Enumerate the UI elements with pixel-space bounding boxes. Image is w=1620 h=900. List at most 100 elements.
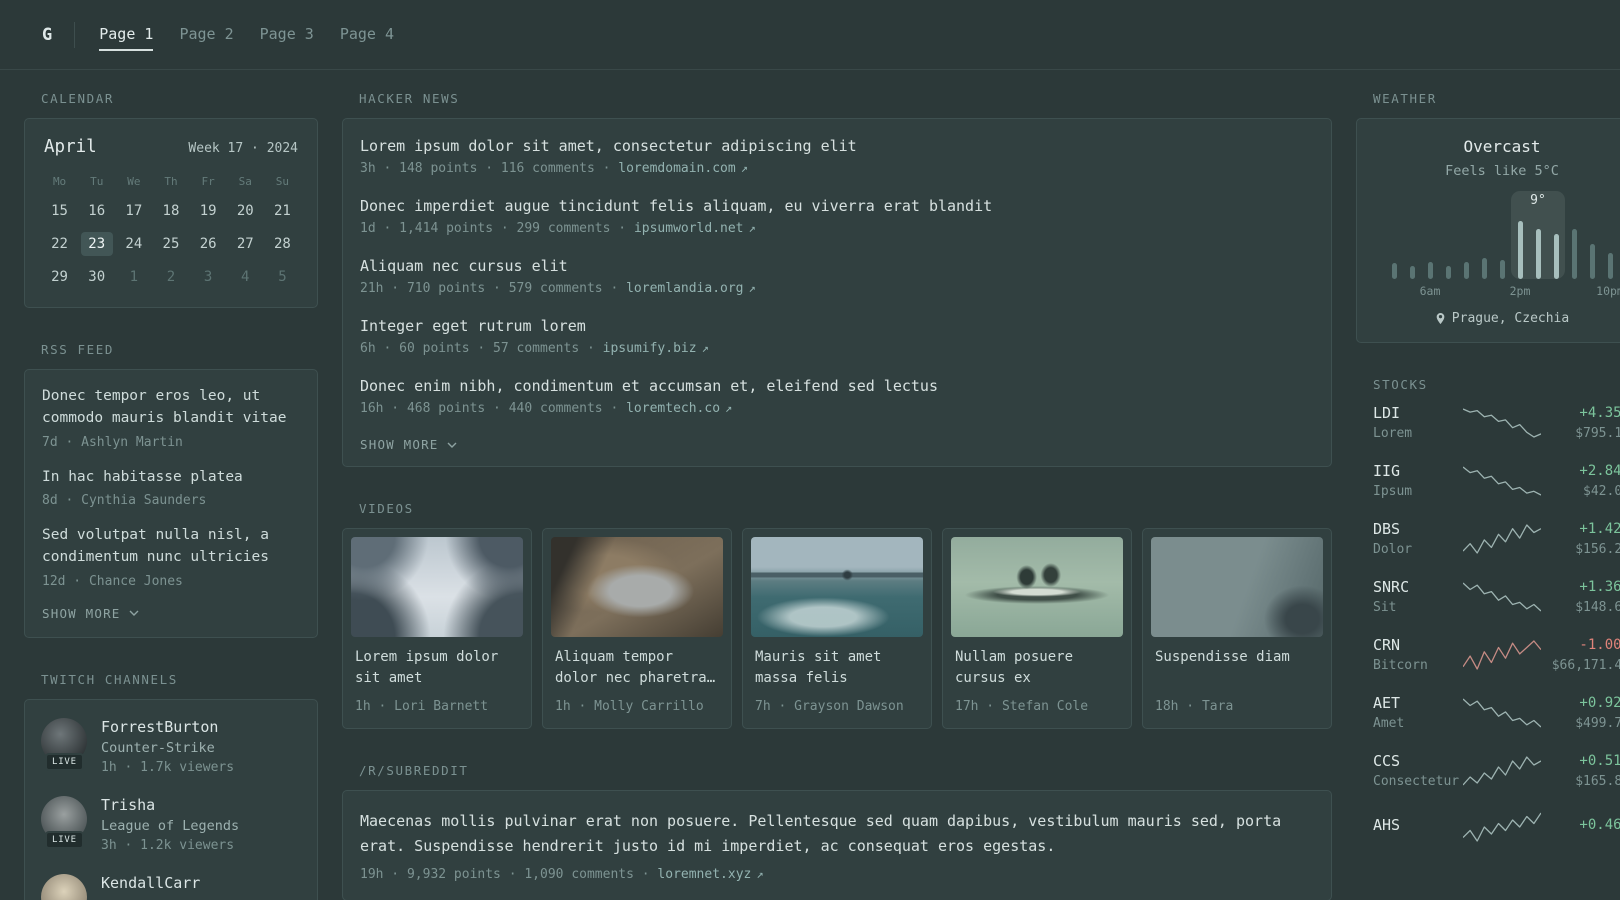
- rss-item-title[interactable]: Donec tempor eros leo, ut commodo mauris…: [42, 386, 300, 430]
- stock-numbers: -1.00% $66,171.48: [1541, 637, 1620, 673]
- hackernews-item-meta: 3h · 148 points · 116 comments · loremdo…: [360, 161, 1314, 176]
- avatar: LIVE: [41, 873, 87, 900]
- calendar-header: April Week 17 · 2024: [41, 137, 301, 157]
- subreddit-post-domain[interactable]: loremnet.xyz ↗: [657, 867, 763, 882]
- stock-price: $42.04: [1583, 483, 1620, 499]
- channel-name[interactable]: KendallCarr: [101, 874, 200, 892]
- hackernews-item-title[interactable]: Donec enim nibh, condimentum et accumsan…: [360, 377, 1314, 395]
- stock-ticker: AET: [1373, 694, 1401, 712]
- stock-price: $795.18: [1575, 425, 1620, 441]
- hackernews-show-more-button[interactable]: SHOW MORE: [360, 437, 457, 452]
- subreddit-post-title[interactable]: Maecenas mollis pulvinar erat non posuer…: [360, 809, 1314, 859]
- hackernews-item-title[interactable]: Integer eget rutrum lorem: [360, 317, 1314, 335]
- stock-row[interactable]: DBS Dolor +1.42% $156.28: [1373, 520, 1620, 557]
- hackernews-item-domain[interactable]: ipsumify.biz ↗: [603, 341, 709, 356]
- calendar-day-header: Su: [275, 175, 290, 188]
- video-meta: 1h · Lori Barnett: [355, 699, 489, 714]
- stock-row[interactable]: AET Amet +0.92% $499.72: [1373, 694, 1620, 731]
- rss-item-title[interactable]: In hac habitasse platea: [42, 467, 300, 489]
- video-thumbnail[interactable]: [951, 537, 1123, 637]
- channel-category[interactable]: Counter-Strike: [101, 740, 234, 756]
- video-title[interactable]: Mauris sit amet massa felis: [755, 647, 919, 689]
- stock-row[interactable]: IIG Ipsum +2.84% $42.04: [1373, 462, 1620, 499]
- video-thumbnail[interactable]: [351, 537, 523, 637]
- calendar-week-year: Week 17 · 2024: [188, 141, 298, 156]
- video-card[interactable]: Mauris sit amet massa felis 7h · Grayson…: [742, 528, 932, 729]
- chevron-down-icon: [447, 442, 457, 448]
- calendar-day: 16: [88, 203, 106, 219]
- stock-id: IIG Ipsum: [1373, 462, 1463, 499]
- stock-sparkline: [1462, 406, 1541, 440]
- calendar-day: 17: [125, 203, 143, 219]
- channel-name[interactable]: Trisha: [101, 796, 239, 814]
- show-more-label: SHOW MORE: [42, 605, 121, 621]
- video-title[interactable]: Suspendisse diam: [1155, 647, 1319, 689]
- tab-page-4[interactable]: Page 4: [340, 25, 394, 51]
- video-title[interactable]: Lorem ipsum dolor sit amet consectetu…: [355, 647, 519, 689]
- video-card[interactable]: Nullam posuere cursus ex 17h · Stefan Co…: [942, 528, 1132, 729]
- video-thumbnail[interactable]: [751, 537, 923, 637]
- stock-numbers: +0.51% $165.84: [1541, 753, 1620, 789]
- rss-item-meta: 12d · Chance Jones: [42, 573, 183, 589]
- video-card[interactable]: Lorem ipsum dolor sit amet consectetu… 1…: [342, 528, 532, 729]
- subreddit-post-meta: 19h · 9,932 points · 1,090 comments · lo…: [360, 867, 1314, 882]
- stock-numbers: +4.35% $795.18: [1541, 405, 1620, 441]
- stock-name: Lorem: [1373, 426, 1413, 441]
- stock-change: +2.84%: [1579, 462, 1620, 479]
- video-thumbnail[interactable]: [551, 537, 723, 637]
- calendar-section-label: CALENDAR: [41, 91, 115, 106]
- video-thumbnail[interactable]: [1151, 537, 1323, 637]
- tab-page-2[interactable]: Page 2: [179, 25, 233, 51]
- weather-ticks: 6am2pm10pm: [1419, 284, 1620, 298]
- rss-item-meta: 8d · Cynthia Saunders: [42, 493, 207, 509]
- hackernews-item-domain[interactable]: loremdomain.com ↗: [618, 161, 748, 176]
- tab-page-1[interactable]: Page 1: [99, 25, 154, 51]
- hackernews-item-domain[interactable]: ipsumworld.net ↗: [634, 221, 756, 236]
- hackernews-item-title[interactable]: Donec imperdiet augue tincidunt felis al…: [360, 197, 1314, 215]
- channel-meta: 3h · 1.2k viewers: [101, 837, 235, 853]
- twitch-channel[interactable]: LIVE ForrestBurton Counter-Strike 1h · 1…: [41, 717, 301, 775]
- video-card[interactable]: Suspendisse diam 18h · Tara: [1142, 528, 1332, 729]
- stock-row[interactable]: CRN Bitcorn -1.00% $66,171.48: [1373, 636, 1620, 673]
- twitch-channel[interactable]: LIVE Trisha League of Legends 3h · 1.2k …: [41, 795, 301, 853]
- videos-widget: VIDEOS Lorem ipsum dolor sit amet consec…: [342, 501, 1332, 729]
- stock-ticker: AHS: [1373, 816, 1401, 834]
- show-more-label: SHOW MORE: [360, 437, 439, 452]
- external-link-icon: ↗: [740, 161, 748, 175]
- channel-info: KendallCarr: [101, 874, 200, 892]
- external-link-icon: ↗: [701, 341, 709, 355]
- calendar-day-selected: 23: [80, 232, 113, 256]
- calendar-day: 22: [51, 236, 68, 252]
- videos-row: Lorem ipsum dolor sit amet consectetu… 1…: [342, 528, 1332, 729]
- avatar: LIVE: [41, 717, 87, 771]
- hackernews-item-title[interactable]: Aliquam nec cursus elit: [360, 257, 1314, 275]
- stock-row[interactable]: AHS +0.46%: [1373, 810, 1620, 844]
- stock-change: +1.42%: [1579, 520, 1620, 537]
- rss-show-more-button[interactable]: SHOW MORE: [42, 606, 139, 621]
- stock-numbers: +1.42% $156.28: [1541, 521, 1620, 557]
- stock-row[interactable]: SNRC Sit +1.36% $148.64: [1373, 578, 1620, 615]
- channel-name[interactable]: ForrestBurton: [101, 718, 234, 736]
- hackernews-item-stats: 1d · 1,414 points · 299 comments ·: [360, 221, 627, 236]
- twitch-channel[interactable]: LIVE KendallCarr: [41, 873, 301, 900]
- video-card[interactable]: Aliquam tempor dolor nec pharetra… 1h · …: [542, 528, 732, 729]
- tab-page-3[interactable]: Page 3: [260, 25, 314, 51]
- hackernews-item-meta: 6h · 60 points · 57 comments · ipsumify.…: [360, 341, 1314, 356]
- video-title[interactable]: Aliquam tempor dolor nec pharetra…: [555, 647, 719, 689]
- stock-id: SNRC Sit: [1373, 578, 1463, 615]
- video-title[interactable]: Nullam posuere cursus ex: [955, 647, 1119, 689]
- stock-row[interactable]: LDI Lorem +4.35% $795.18: [1373, 404, 1620, 441]
- stock-row[interactable]: CCS Consectetur +0.51% $165.84: [1373, 752, 1620, 789]
- rss-item-title[interactable]: Sed volutpat nulla nisl, a condimentum n…: [42, 525, 300, 569]
- video-meta: 7h · Grayson Dawson: [755, 699, 904, 714]
- stock-id: AHS: [1373, 816, 1463, 838]
- channel-category[interactable]: League of Legends: [101, 818, 239, 834]
- hackernews-item-domain[interactable]: loremtech.co ↗: [626, 401, 732, 416]
- video-meta: 18h · Tara: [1155, 699, 1234, 714]
- weather-chart: 9°: [1385, 191, 1619, 279]
- hackernews-item-title[interactable]: Lorem ipsum dolor sit amet, consectetur …: [360, 137, 1314, 155]
- hackernews-item-domain[interactable]: loremlandia.org ↗: [626, 281, 756, 296]
- stock-id: CCS Consectetur: [1373, 752, 1463, 789]
- stock-sparkline: [1462, 580, 1541, 614]
- calendar-day-header: Th: [164, 175, 178, 188]
